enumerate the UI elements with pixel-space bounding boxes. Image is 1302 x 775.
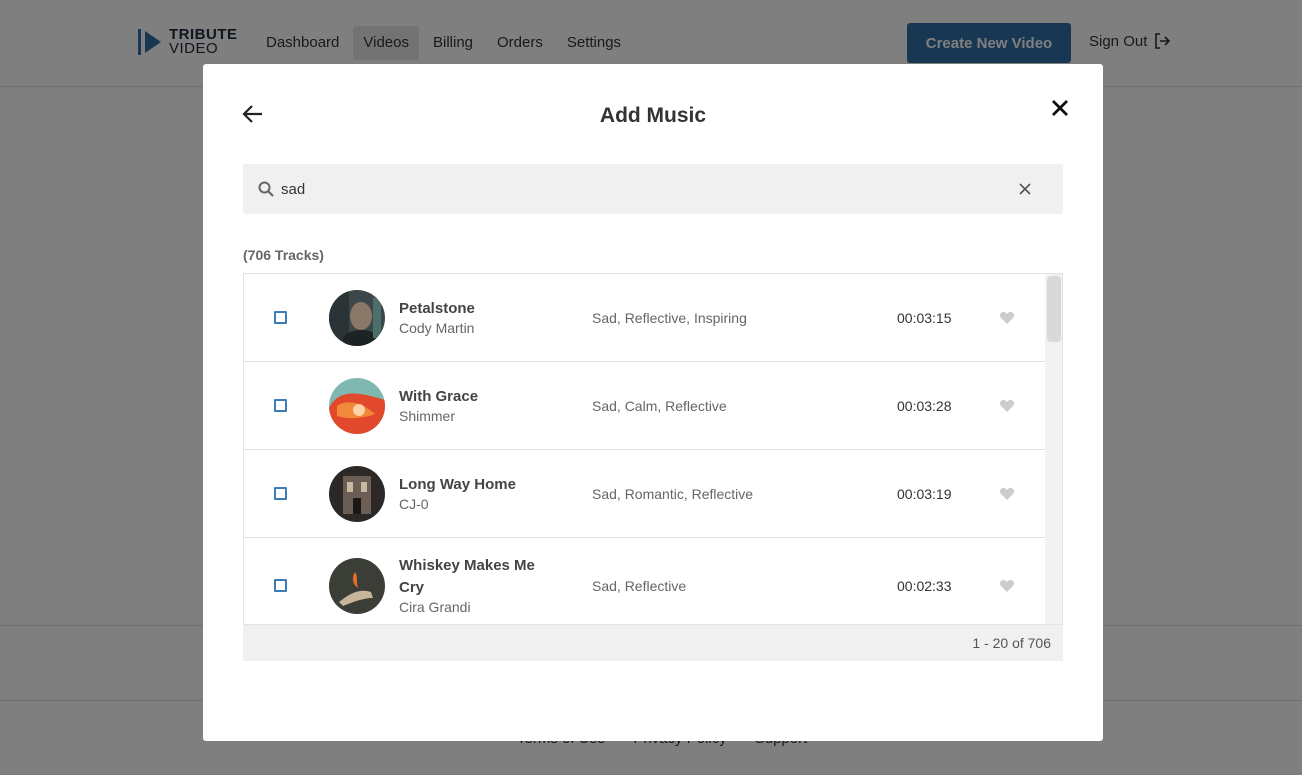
clear-search-icon[interactable] xyxy=(1017,181,1033,197)
heart-icon[interactable] xyxy=(999,310,1015,326)
track-duration: 00:03:28 xyxy=(897,398,952,414)
modal-title: Add Music xyxy=(599,104,707,127)
add-music-modal: Add Music (706 Tracks) xyxy=(203,64,1103,741)
track-thumbnail xyxy=(329,378,385,434)
heart-icon[interactable] xyxy=(999,486,1015,502)
heart-icon[interactable] xyxy=(999,578,1015,594)
track-artist: Shimmer xyxy=(399,408,456,424)
track-tags: Sad, Reflective, Inspiring xyxy=(592,310,747,326)
track-row[interactable]: Whiskey Makes Me Cry Cira Grandi Sad, Re… xyxy=(244,538,1045,624)
track-artist: Cody Martin xyxy=(399,320,475,336)
pagination-text: 1 - 20 of 706 xyxy=(972,635,1051,651)
track-title: Whiskey Makes Me Cry xyxy=(399,557,535,596)
track-checkbox[interactable] xyxy=(274,579,287,592)
track-row[interactable]: Petalstone Cody Martin Sad, Reflective, … xyxy=(244,274,1045,362)
track-checkbox[interactable] xyxy=(274,399,287,412)
track-tags: Sad, Reflective xyxy=(592,578,687,594)
pagination-bar: 1 - 20 of 706 xyxy=(243,625,1063,661)
track-title: Long Way Home xyxy=(399,476,516,493)
track-tags: Sad, Romantic, Reflective xyxy=(592,486,754,502)
search-icon xyxy=(258,181,274,197)
track-title: With Grace xyxy=(399,388,479,405)
track-duration: 00:03:15 xyxy=(897,310,952,326)
track-thumbnail xyxy=(329,290,385,346)
close-icon[interactable] xyxy=(1048,96,1072,120)
track-tags: Sad, Calm, Reflective xyxy=(592,398,727,414)
track-title: Petalstone xyxy=(399,300,475,317)
track-duration: 00:03:19 xyxy=(897,486,952,502)
track-row[interactable]: Long Way Home CJ-0 Sad, Romantic, Reflec… xyxy=(244,450,1045,538)
track-artist: Cira Grandi xyxy=(399,599,471,615)
track-checkbox[interactable] xyxy=(274,487,287,500)
track-checkbox[interactable] xyxy=(274,311,287,324)
track-duration: 00:02:33 xyxy=(897,578,952,594)
track-count: (706 Tracks) xyxy=(243,247,324,263)
track-thumbnail xyxy=(329,466,385,522)
scrollbar-thumb[interactable] xyxy=(1047,276,1061,342)
track-artist: CJ-0 xyxy=(399,496,429,512)
track-list: Petalstone Cody Martin Sad, Reflective, … xyxy=(243,273,1063,625)
track-row[interactable]: With Grace Shimmer Sad, Calm, Reflective… xyxy=(244,362,1045,450)
list-scrollbar[interactable] xyxy=(1045,274,1062,624)
search-input[interactable] xyxy=(281,174,1001,204)
search-box xyxy=(243,164,1063,214)
track-thumbnail xyxy=(329,558,385,614)
heart-icon[interactable] xyxy=(999,398,1015,414)
